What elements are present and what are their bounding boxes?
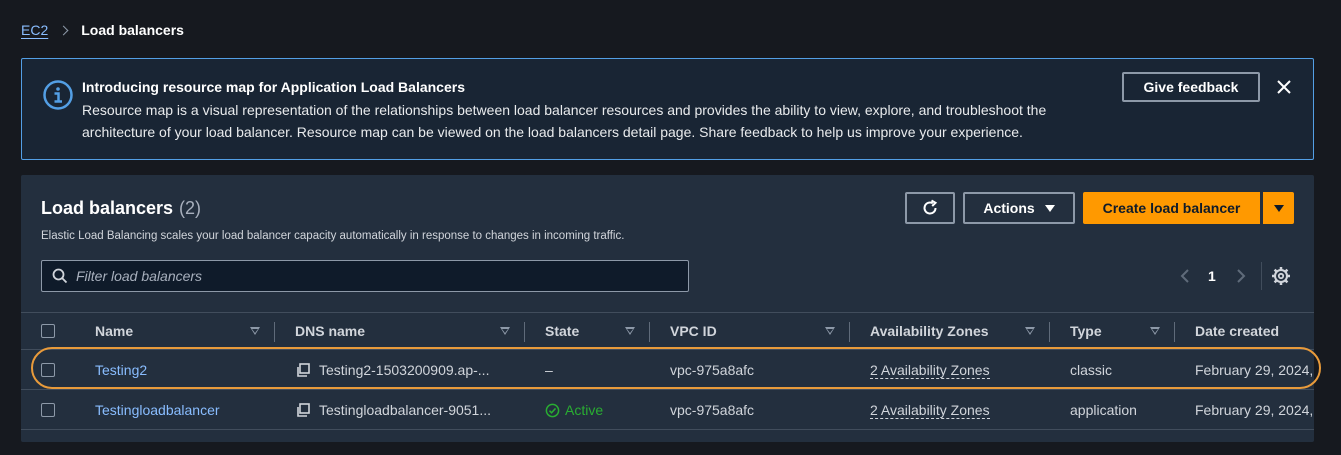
type-cell: application (1070, 402, 1137, 418)
flash-title: Introducing resource map for Application… (82, 79, 465, 95)
table-row[interactable]: Testing2 Testing2-1503200909.ap-... – vp… (21, 350, 1314, 390)
pagination-divider (1261, 262, 1262, 290)
header-count: (2) (179, 198, 202, 218)
column-divider[interactable] (849, 322, 850, 342)
filter-input[interactable] (76, 268, 676, 284)
date-created-cell: February 29, 2024, (1195, 402, 1314, 418)
chevron-right-icon (58, 25, 69, 35)
give-feedback-button[interactable]: Give feedback (1122, 72, 1260, 102)
column-divider[interactable] (1049, 322, 1050, 342)
table-header-title: Load balancers (2) (41, 198, 201, 219)
row-checkbox[interactable] (41, 403, 55, 417)
search-icon (52, 268, 68, 284)
copy-icon[interactable] (295, 362, 311, 378)
filter-container (41, 260, 689, 292)
column-header-name[interactable]: Name (95, 313, 133, 349)
column-divider[interactable] (1174, 322, 1175, 342)
close-icon[interactable] (1274, 77, 1294, 97)
pagination-page[interactable]: 1 (1208, 268, 1216, 284)
sort-icon[interactable] (500, 327, 510, 335)
info-icon (43, 80, 73, 110)
info-flashbar: Introducing resource map for Application… (21, 58, 1314, 160)
column-header-vpc-id[interactable]: VPC ID (670, 313, 717, 349)
caret-down-icon (1273, 204, 1284, 212)
sort-icon[interactable] (825, 327, 835, 335)
chevron-left-icon[interactable] (1176, 267, 1194, 285)
sort-icon[interactable] (625, 327, 635, 335)
breadcrumb-current: Load balancers (81, 22, 184, 38)
sort-icon[interactable] (1025, 327, 1035, 335)
dns-name-cell: Testing2-1503200909.ap-... (295, 350, 489, 390)
actions-label: Actions (983, 200, 1035, 216)
flash-text: Resource map is a visual representation … (82, 102, 1047, 140)
column-header-availability-zones[interactable]: Availability Zones (870, 313, 989, 349)
load-balancer-name-link[interactable]: Testingloadbalancer (95, 390, 220, 430)
table-header-row: Name DNS name State VPC ID Availability … (21, 312, 1314, 350)
create-load-balancer-button[interactable]: Create load balancer (1083, 192, 1260, 224)
create-load-balancer-dropdown[interactable] (1263, 192, 1294, 224)
column-divider[interactable] (524, 322, 525, 342)
select-all-checkbox[interactable] (41, 324, 55, 338)
actions-dropdown-button[interactable]: Actions (963, 192, 1075, 224)
dns-name-text: Testingloadbalancer-9051... (319, 402, 492, 418)
load-balancers-table-container: Load balancers (2) Elastic Load Balancing… (21, 175, 1314, 442)
refresh-button[interactable] (905, 192, 955, 224)
date-created-cell: February 29, 2024, (1195, 362, 1314, 378)
check-circle-icon (545, 403, 560, 417)
vpc-id-cell: vpc-975a8afc (670, 362, 755, 378)
column-divider[interactable] (649, 322, 650, 342)
header-description: Elastic Load Balancing scales your load … (41, 230, 625, 242)
table-row[interactable]: Testingloadbalancer Testingloadbalancer-… (21, 390, 1314, 430)
load-balancers-table: Name DNS name State VPC ID Availability … (21, 312, 1314, 430)
header-title-text: Load balancers (41, 198, 174, 218)
copy-icon[interactable] (295, 402, 311, 418)
vpc-id-cell: vpc-975a8afc (670, 402, 755, 418)
availability-zones-cell: 2 Availability Zones (870, 390, 990, 430)
breadcrumb-ec2-link[interactable]: EC2 (21, 22, 48, 38)
availability-zones-cell: 2 Availability Zones (870, 350, 990, 390)
state-cell: Active (545, 390, 603, 430)
row-checkbox[interactable] (41, 363, 55, 377)
sort-icon[interactable] (1150, 327, 1160, 335)
type-cell: classic (1070, 362, 1113, 378)
availability-zones-popover[interactable]: 2 Availability Zones (870, 362, 990, 379)
dns-name-text: Testing2-1503200909.ap-... (319, 362, 490, 378)
ec2-load-balancers-page: EC2 Load balancers Introducing resource … (0, 0, 1341, 455)
gear-icon[interactable] (1271, 266, 1291, 286)
caret-down-icon (1044, 204, 1055, 212)
column-header-type[interactable]: Type (1070, 313, 1102, 349)
chevron-right-icon[interactable] (1232, 267, 1250, 285)
dns-name-cell: Testingloadbalancer-9051... (295, 390, 491, 430)
load-balancer-name-link[interactable]: Testing2 (95, 350, 147, 390)
sort-icon[interactable] (250, 327, 260, 335)
state-text: Active (565, 402, 604, 418)
availability-zones-popover[interactable]: 2 Availability Zones (870, 402, 990, 419)
column-header-date-created[interactable]: Date created (1195, 313, 1279, 349)
column-header-state[interactable]: State (545, 313, 579, 349)
state-cell: – (545, 362, 553, 378)
breadcrumb: EC2 Load balancers (21, 22, 184, 38)
column-divider[interactable] (274, 322, 275, 342)
refresh-icon (923, 199, 938, 215)
column-header-dns-name[interactable]: DNS name (295, 313, 365, 349)
